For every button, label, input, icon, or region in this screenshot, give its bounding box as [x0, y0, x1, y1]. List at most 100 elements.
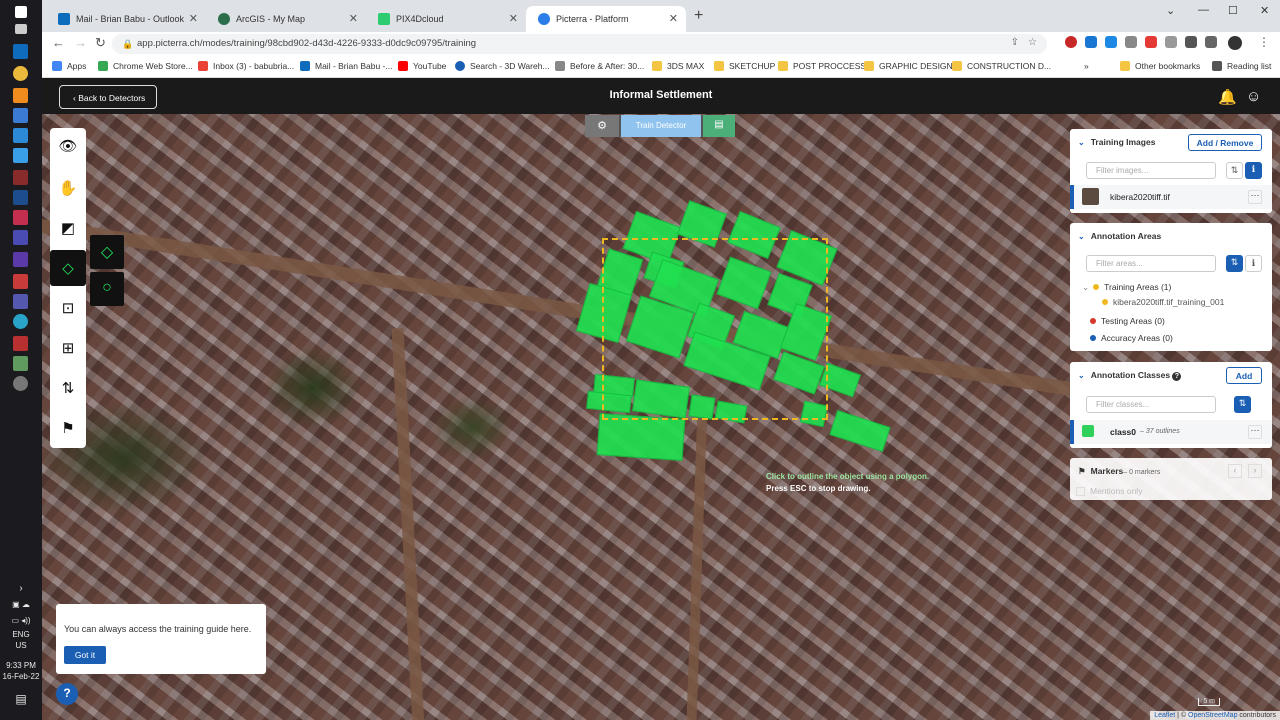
notifications-icon[interactable]: ▤	[0, 693, 42, 705]
info-sort-icon[interactable]: ℹ	[1245, 162, 1262, 179]
bookmark-3d-warehouse[interactable]: Search - 3D Wareh...	[455, 61, 550, 71]
profile-avatar[interactable]	[1228, 36, 1242, 50]
star-icon[interactable]: ☆	[1028, 37, 1037, 48]
polygon-tool-icon[interactable]: ◇	[50, 250, 86, 286]
area-select-icon[interactable]: ◩	[50, 210, 86, 246]
close-icon[interactable]: ✕	[189, 12, 198, 25]
maximize-icon[interactable]: ☐	[1228, 4, 1238, 17]
class-row[interactable]: class0 – 37 outlines ···	[1070, 420, 1272, 444]
clock-time[interactable]: 9:33 PM	[0, 661, 42, 671]
outlook-icon[interactable]	[13, 44, 28, 59]
add-remove-images-button[interactable]: Add / Remove	[1188, 134, 1262, 151]
panel-header[interactable]: ⌄ Annotation Areas	[1078, 231, 1161, 241]
photoshop-icon[interactable]	[13, 190, 28, 205]
filter-areas-input[interactable]: Filter areas...	[1086, 255, 1216, 272]
close-icon[interactable]: ✕	[349, 12, 358, 25]
extension-icon[interactable]	[1085, 36, 1097, 48]
mail-icon[interactable]	[13, 128, 28, 143]
sort-icon[interactable]: ⇅	[1234, 396, 1251, 413]
help-question-icon[interactable]: ?	[56, 683, 78, 705]
help-circle-icon[interactable]: ?	[1172, 372, 1182, 381]
extension-icon[interactable]	[1145, 36, 1157, 48]
training-image-row[interactable]: kibera2020tiff.tif ···	[1070, 185, 1272, 209]
report-document-icon[interactable]: ▤	[703, 115, 735, 137]
sort-arrows-icon[interactable]: ⇅	[50, 370, 86, 406]
app-icon[interactable]	[13, 108, 28, 123]
panel-header[interactable]: ⌄ Annotation Classes ?	[1078, 370, 1182, 381]
forward-icon[interactable]: →	[74, 35, 87, 50]
share-icon[interactable]: ⇪	[1011, 37, 1019, 48]
info-sort-icon[interactable]: ℹ	[1245, 255, 1262, 272]
tab-arcgis[interactable]: ArcGIS - My Map ✕	[206, 6, 366, 32]
tab-picterra[interactable]: Picterra - Platform ✕	[526, 6, 686, 32]
fit-bounds-icon[interactable]: ⊞	[50, 330, 86, 366]
app-icon[interactable]	[13, 274, 28, 289]
bookmark-reading-list[interactable]: Reading list	[1212, 61, 1271, 71]
zoom-select-icon[interactable]: ⊡	[50, 290, 86, 326]
back-icon[interactable]: ←	[52, 35, 65, 50]
app-icon[interactable]	[13, 230, 28, 245]
got-it-button[interactable]: Got it	[64, 646, 106, 664]
polygon-subtool-icon[interactable]: ◇	[90, 235, 124, 269]
tab-pix4d[interactable]: PIX4Dcloud ✕	[366, 6, 526, 32]
extension-icon[interactable]	[1165, 36, 1177, 48]
bookmark-gmail[interactable]: Inbox (3) - babubria...	[198, 61, 294, 71]
leaflet-link[interactable]: Leaflet	[1154, 712, 1175, 719]
chrome-icon[interactable]	[13, 66, 28, 81]
osm-link[interactable]: OpenStreetMap	[1188, 712, 1237, 719]
vlc-icon[interactable]	[13, 88, 28, 103]
store-icon[interactable]	[13, 148, 28, 163]
settings-gear-icon[interactable]: ⚙	[585, 115, 619, 137]
minimize-icon[interactable]: —	[1198, 4, 1209, 16]
bookmark-folder-construction[interactable]: CONSTRUCTION D...	[952, 61, 1051, 71]
new-tab-icon[interactable]: +	[694, 7, 703, 25]
bookmark-before-after[interactable]: Before & After: 30...	[555, 61, 644, 71]
bookmark-other[interactable]: Other bookmarks	[1120, 61, 1200, 71]
testing-areas-group[interactable]: Testing Areas (0)	[1090, 316, 1165, 326]
settings-icon[interactable]	[13, 376, 28, 391]
training-area-boundary[interactable]	[602, 238, 828, 420]
bookmark-folder-sketchup[interactable]: SKETCHUP	[714, 61, 775, 71]
bookmarks-overflow[interactable]: »	[1084, 61, 1089, 71]
close-icon[interactable]: ✕	[509, 12, 518, 25]
sort-icon[interactable]: ⇅	[1226, 255, 1243, 272]
accuracy-areas-group[interactable]: Accuracy Areas (0)	[1090, 333, 1173, 343]
user-account-icon[interactable]: ☺	[1246, 88, 1261, 105]
app-icon[interactable]	[13, 210, 28, 225]
visibility-eye-icon[interactable]: 👁	[50, 128, 86, 164]
sort-icon[interactable]: ⇅	[1226, 162, 1243, 179]
media-icon[interactable]	[1205, 36, 1217, 48]
add-class-button[interactable]: Add	[1226, 367, 1262, 384]
panel-header[interactable]: ⚑ Markers– 0 markers	[1078, 466, 1160, 477]
tray-icons[interactable]: ▭ ◂))	[0, 616, 42, 626]
bookmark-youtube[interactable]: YouTube	[398, 61, 446, 71]
app-icon[interactable]	[13, 252, 28, 267]
address-bar[interactable]: 🔒 app.picterra.ch/modes/training/98cbd90…	[112, 34, 1047, 54]
class-color-swatch[interactable]	[1082, 425, 1094, 437]
train-detector-button[interactable]: Train Detector	[621, 115, 701, 137]
clock-date[interactable]: 16-Feb-22	[0, 672, 42, 682]
more-options-icon[interactable]: ···	[1248, 425, 1262, 439]
bookmark-folder-post[interactable]: POST PROCCESS	[778, 61, 866, 71]
pan-hand-icon[interactable]: ✋	[50, 170, 86, 206]
close-window-icon[interactable]: ✕	[1260, 4, 1269, 17]
menu-icon[interactable]: ⋮	[1258, 35, 1270, 49]
close-icon[interactable]: ✕	[669, 12, 678, 25]
tab-outlook[interactable]: Mail - Brian Babu - Outlook ✕	[46, 6, 206, 32]
filter-classes-input[interactable]: Filter classes...	[1086, 396, 1216, 413]
extensions-puzzle-icon[interactable]	[1185, 36, 1197, 48]
extension-icon[interactable]	[1125, 36, 1137, 48]
app-icon[interactable]	[13, 356, 28, 371]
bookmark-chrome-store[interactable]: Chrome Web Store...	[98, 61, 193, 71]
training-areas-group[interactable]: ⌄ Training Areas (1)	[1082, 282, 1171, 293]
panel-header[interactable]: ⌄ Training Images	[1078, 137, 1155, 147]
tab-search-icon[interactable]: ⌄	[1166, 4, 1175, 17]
circle-subtool-icon[interactable]: ○	[90, 272, 124, 306]
bookmark-outlook[interactable]: Mail - Brian Babu -...	[300, 61, 392, 71]
mentions-only-toggle[interactable]: Mentions only	[1076, 486, 1142, 497]
app-icon[interactable]	[13, 336, 28, 351]
filter-images-input[interactable]: Filter images...	[1086, 162, 1216, 179]
region-indicator[interactable]: US	[0, 641, 42, 651]
annotation-polygon[interactable]	[596, 413, 686, 461]
tray-chevron-icon[interactable]: ›	[0, 584, 42, 594]
